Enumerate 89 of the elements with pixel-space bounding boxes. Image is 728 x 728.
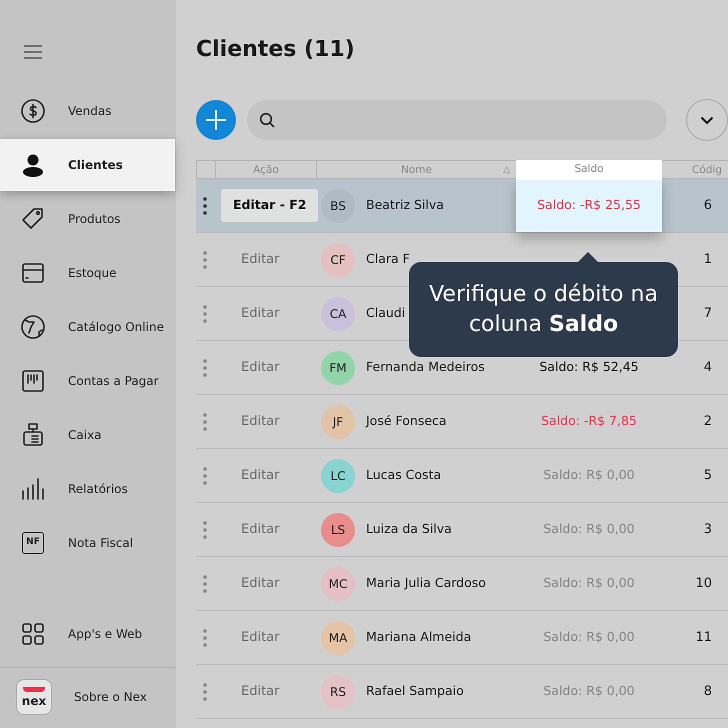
avatar: RS bbox=[321, 674, 355, 708]
edit-button[interactable]: Editar bbox=[229, 352, 292, 384]
balance-text: Saldo: -R$ 25,55 bbox=[537, 196, 641, 214]
more-icon[interactable] bbox=[203, 196, 207, 214]
client-name: Maria Julia Cardoso bbox=[366, 574, 486, 592]
box-icon bbox=[20, 260, 46, 286]
table-row[interactable]: Editar RS Rafael Sampaio Saldo: R$ 0,00 8 bbox=[196, 665, 728, 719]
balance-text: Saldo: R$ 0,00 bbox=[543, 628, 635, 646]
client-name: Claudi bbox=[366, 304, 406, 322]
sidebar-item[interactable]: Produtos bbox=[0, 192, 175, 246]
avatar: MC bbox=[321, 566, 355, 600]
add-button[interactable] bbox=[196, 100, 236, 140]
client-code: 7 bbox=[704, 304, 712, 323]
client-code: 10 bbox=[695, 574, 712, 593]
balance-text: Saldo: R$ 52,45 bbox=[539, 358, 639, 376]
sidebar-item[interactable]: Clientes bbox=[0, 139, 175, 191]
edit-button[interactable]: Editar bbox=[229, 622, 292, 654]
client-name: Rafael Sampaio bbox=[366, 682, 464, 700]
edit-button[interactable]: Editar bbox=[229, 406, 292, 438]
sidebar-item[interactable]: NF Nota Fiscal bbox=[0, 516, 175, 570]
balance-text: Saldo: -R$ 7,85 bbox=[541, 412, 637, 430]
client-name: Beatriz Silva bbox=[366, 196, 444, 214]
balance-text: Saldo: R$ 0,00 bbox=[543, 520, 635, 538]
sidebar-item[interactable]: Catálogo Online bbox=[0, 300, 175, 354]
avatar: CA bbox=[321, 296, 355, 330]
avatar: LC bbox=[321, 458, 355, 492]
sidebar-item[interactable]: Caixa bbox=[0, 408, 175, 462]
bar-chart-icon bbox=[20, 476, 46, 502]
register-icon bbox=[20, 422, 46, 448]
client-code: 6 bbox=[704, 196, 712, 215]
sidebar-item[interactable]: Contas a Pagar bbox=[0, 354, 175, 408]
edit-button[interactable]: Editar bbox=[229, 676, 292, 708]
dollar-icon bbox=[20, 98, 46, 124]
sidebar-item[interactable]: Estoque bbox=[0, 246, 175, 300]
client-code: 4 bbox=[704, 358, 712, 377]
plus-icon bbox=[205, 109, 227, 131]
menu-icon[interactable] bbox=[23, 42, 43, 62]
client-code: 5 bbox=[704, 466, 712, 485]
client-name: Lucas Costa bbox=[366, 466, 442, 484]
grid-icon bbox=[20, 621, 46, 647]
sidebar-item[interactable]: App's e Web bbox=[0, 607, 175, 661]
edit-button[interactable]: Editar bbox=[229, 298, 292, 330]
edit-button[interactable]: Editar bbox=[229, 568, 292, 600]
client-code: 8 bbox=[704, 682, 712, 701]
client-code: 3 bbox=[704, 520, 712, 539]
table-row[interactable]: Editar MA Mariana Almeida Saldo: R$ 0,00 11 bbox=[196, 611, 728, 665]
table-row[interactable]: Editar LC Lucas Costa Saldo: R$ 0,00 5 bbox=[196, 449, 728, 503]
client-code: 11 bbox=[695, 628, 712, 647]
client-name: Fernanda Medeiros bbox=[366, 358, 485, 376]
client-code: 2 bbox=[704, 412, 712, 431]
edit-button[interactable]: Editar bbox=[229, 244, 292, 276]
client-name: Luiza da Silva bbox=[366, 520, 452, 538]
sidebar-item[interactable]: Relatórios bbox=[0, 462, 175, 516]
globe-icon bbox=[20, 314, 46, 340]
edit-button[interactable]: Editar bbox=[229, 514, 292, 546]
chevron-down-icon bbox=[700, 116, 714, 124]
table-row[interactable]: Editar - F2 BS Beatriz Silva Saldo: -R$ 25,55 6 bbox=[196, 179, 728, 233]
avatar: CF bbox=[321, 242, 355, 276]
bill-icon bbox=[20, 368, 46, 394]
table-row[interactable]: Editar MC Maria Julia Cardoso Saldo: R$ 0,00 10 bbox=[196, 557, 728, 611]
table-row[interactable]: Editar JF José Fonseca Saldo: -R$ 7,85 2 bbox=[196, 395, 728, 449]
edit-button[interactable]: Editar bbox=[229, 460, 292, 492]
search-icon bbox=[259, 112, 275, 128]
tooltip-pointer bbox=[577, 252, 599, 263]
tag-icon bbox=[20, 206, 46, 232]
client-name: Clara F bbox=[366, 250, 410, 268]
balance-text: Saldo: R$ 0,00 bbox=[543, 682, 635, 700]
person-icon bbox=[20, 152, 46, 178]
client-name: José Fonseca bbox=[366, 412, 447, 430]
avatar: JF bbox=[321, 404, 355, 438]
about-item[interactable]: nex Sobre o Nex bbox=[0, 668, 175, 726]
tooltip: Verifique o débito na coluna Saldo bbox=[409, 262, 678, 357]
document-icon: NF bbox=[22, 532, 44, 554]
dropdown-button[interactable] bbox=[686, 99, 728, 141]
column-header[interactable]: Saldo bbox=[516, 160, 662, 180]
avatar: LS bbox=[321, 512, 355, 546]
page-title: Clientes (11) bbox=[196, 36, 356, 64]
balance-text: Saldo: R$ 0,00 bbox=[543, 466, 635, 484]
avatar: FM bbox=[321, 350, 355, 384]
balance-text: Saldo: R$ 0,00 bbox=[543, 574, 635, 592]
client-name: Mariana Almeida bbox=[366, 628, 472, 646]
edit-button[interactable]: Editar - F2 bbox=[221, 189, 318, 222]
client-code: 1 bbox=[704, 250, 712, 269]
search-field[interactable] bbox=[247, 100, 667, 140]
table-row[interactable]: Editar LS Luiza da Silva Saldo: R$ 0,00 3 bbox=[196, 503, 728, 557]
app-logo: nex bbox=[16, 679, 52, 715]
avatar: BS bbox=[321, 188, 355, 222]
sidebar-item[interactable]: Vendas bbox=[0, 84, 175, 138]
avatar: MA bbox=[321, 620, 355, 654]
